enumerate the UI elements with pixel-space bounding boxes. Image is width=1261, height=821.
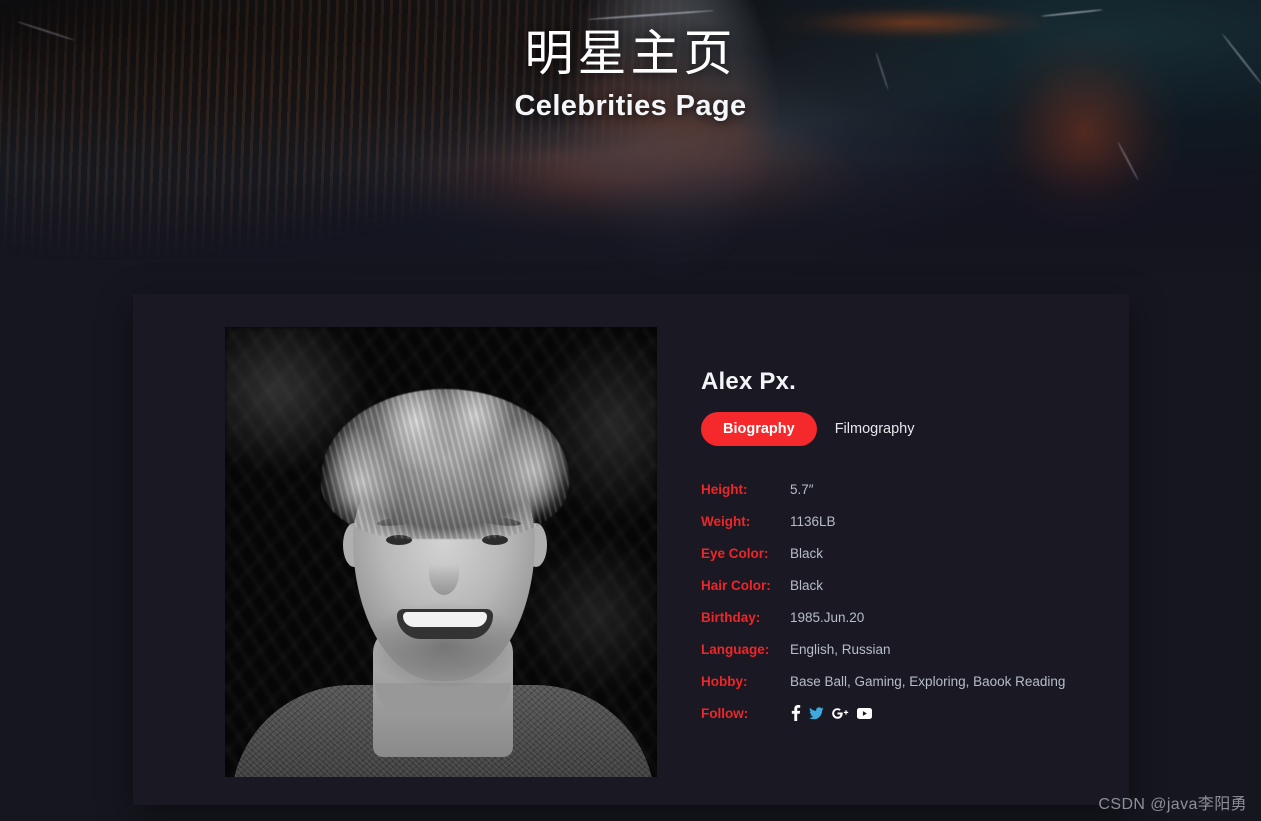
detail-row-follow: Follow: — [701, 697, 1129, 729]
tab-filmography[interactable]: Filmography — [831, 412, 919, 446]
hero-banner: 明星主页 Celebrities Page — [0, 0, 1261, 286]
csdn-watermark: CSDN @java李阳勇 — [1098, 796, 1247, 813]
detail-value: 5.7″ — [790, 481, 814, 497]
detail-row-hobby: Hobby: Base Ball, Gaming, Exploring, Bao… — [701, 665, 1129, 697]
detail-label: Weight: — [701, 513, 751, 529]
celebrity-info-panel: Alex Px. Biography Filmography Height: 5… — [657, 327, 1129, 805]
detail-label: Height: — [701, 481, 748, 497]
detail-value: 1985.Jun.20 — [790, 609, 865, 625]
hero-text-block: 明星主页 Celebrities Page — [0, 24, 1261, 124]
celebrity-name: Alex Px. — [701, 368, 796, 395]
facebook-icon[interactable] — [790, 705, 801, 721]
detail-row-weight: Weight: 1136LB — [701, 505, 1129, 537]
detail-label: Language: — [701, 641, 770, 657]
detail-value: 1136LB — [790, 513, 836, 529]
social-links — [790, 705, 872, 721]
person-hair — [321, 389, 569, 539]
tab-biography[interactable]: Biography — [701, 412, 817, 446]
photo-person — [225, 327, 657, 777]
detail-label: Eye Color: — [701, 545, 769, 561]
person-teeth — [403, 612, 487, 627]
detail-row-birthday: Birthday: 1985.Jun.20 — [701, 601, 1129, 633]
detail-row-eye-color: Eye Color: Black — [701, 537, 1129, 569]
page-title-cn: 明星主页 — [524, 27, 737, 81]
detail-label: Follow: — [701, 705, 749, 721]
detail-label: Hair Color: — [701, 577, 771, 593]
celebrity-photo — [225, 327, 657, 777]
hero-light-streak — [1041, 8, 1103, 18]
page-title-en: Celebrities Page — [514, 90, 747, 122]
detail-row-language: Language: English, Russian — [701, 633, 1129, 665]
detail-value: Black — [790, 545, 824, 561]
detail-row-height: Height: 5.7″ — [701, 473, 1129, 505]
googleplus-icon[interactable] — [832, 707, 849, 720]
detail-row-hair-color: Hair Color: Black — [701, 569, 1129, 601]
detail-list: Height: 5.7″ Weight: 1136LB Eye Color: B… — [701, 473, 1129, 729]
profile-tabs: Biography Filmography — [701, 412, 1129, 446]
profile-card: Alex Px. Biography Filmography Height: 5… — [133, 294, 1129, 805]
detail-label: Birthday: — [701, 609, 761, 625]
person-nose — [429, 551, 459, 595]
youtube-icon[interactable] — [857, 707, 872, 719]
detail-value: Black — [790, 577, 824, 593]
detail-label: Hobby: — [701, 673, 748, 689]
hero-light-streak — [1116, 141, 1140, 181]
twitter-icon[interactable] — [809, 706, 824, 720]
person-mouth — [397, 609, 493, 639]
detail-value: English, Russian — [790, 641, 891, 657]
person-collar — [375, 683, 511, 717]
detail-value: Base Ball, Gaming, Exploring, Baook Read… — [790, 673, 1066, 689]
